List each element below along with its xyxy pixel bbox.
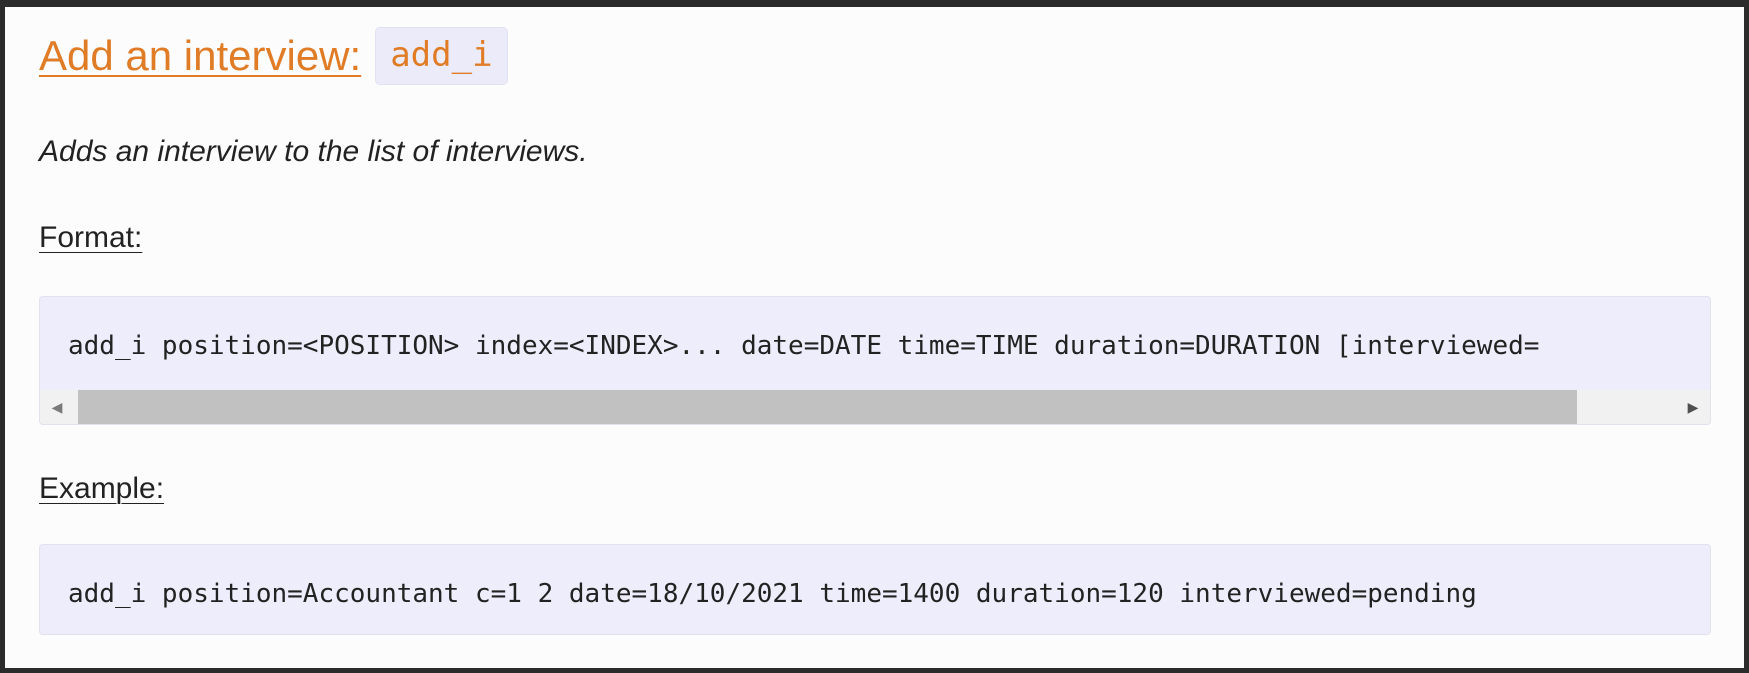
command-code-badge: add_i (375, 27, 508, 85)
example-code-text: add_i position=Accountant c=1 2 date=18/… (68, 579, 1477, 609)
scroll-right-arrow-icon[interactable]: ▶ (1676, 390, 1710, 424)
command-description: Adds an interview to the list of intervi… (39, 135, 588, 168)
example-code-block: add_i position=Accountant c=1 2 date=18/… (39, 544, 1711, 635)
add-interview-heading-link[interactable]: Add an interview: (39, 32, 361, 80)
documentation-page: Add an interview: add_i Adds an intervie… (5, 7, 1744, 668)
scrollbar-thumb[interactable] (78, 390, 1577, 424)
horizontal-scrollbar[interactable]: ◀ ▶ (40, 390, 1710, 424)
format-code-block[interactable]: add_i position=<POSITION> index=<INDEX>.… (39, 296, 1711, 425)
screenshot-frame: Add an interview: add_i Adds an intervie… (0, 0, 1749, 673)
section-heading: Add an interview: add_i (39, 27, 508, 85)
format-label: Format: (39, 221, 143, 254)
example-label: Example: (39, 472, 165, 505)
format-code-text: add_i position=<POSITION> index=<INDEX>.… (68, 331, 1540, 361)
scroll-left-arrow-icon[interactable]: ◀ (40, 390, 74, 424)
